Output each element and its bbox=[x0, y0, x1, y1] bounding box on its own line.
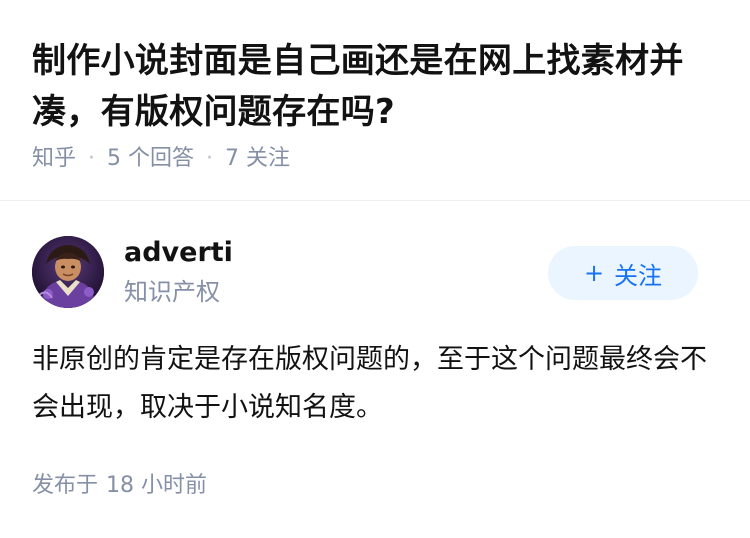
question-meta: 知乎 · 5 个回答 · 7 关注 bbox=[32, 143, 290, 175]
answer-content: 非原创的肯定是存在版权问题的，至于这个问题最终会不会出现，取决于小说知名度。 bbox=[32, 344, 707, 423]
plus-icon: + bbox=[583, 259, 605, 287]
follow-button-label: 关注 bbox=[614, 261, 663, 290]
source-label[interactable]: 知乎 bbox=[32, 143, 76, 175]
answer-count[interactable]: 5 个回答 bbox=[107, 143, 194, 175]
publish-time: 18 小时前 bbox=[106, 473, 208, 498]
author-name[interactable]: adverti bbox=[124, 236, 233, 270]
answer-page: 制作小说封面是自己画还是在网上找素材并凑，有版权问题存在吗? 知乎 · 5 个回… bbox=[0, 0, 750, 538]
avatar-image bbox=[32, 236, 104, 308]
question-title[interactable]: 制作小说封面是自己画还是在网上找素材并凑，有版权问题存在吗? bbox=[32, 36, 732, 138]
author-row: adverti 知识产权 + 关注 bbox=[0, 230, 750, 320]
question-header: 制作小说封面是自己画还是在网上找素材并凑，有版权问题存在吗? 知乎 · 5 个回… bbox=[0, 0, 750, 201]
separator-dot: · bbox=[88, 146, 96, 171]
follow-button[interactable]: + 关注 bbox=[548, 246, 698, 300]
avatar[interactable] bbox=[32, 236, 104, 308]
publish-prefix: 发布于 bbox=[32, 473, 99, 498]
answer-publish-time: 发布于 18 小时前 bbox=[32, 470, 207, 502]
follow-count: 7 关注 bbox=[225, 146, 291, 171]
author-headline: 知识产权 bbox=[124, 278, 220, 306]
separator-dot: · bbox=[206, 146, 214, 171]
